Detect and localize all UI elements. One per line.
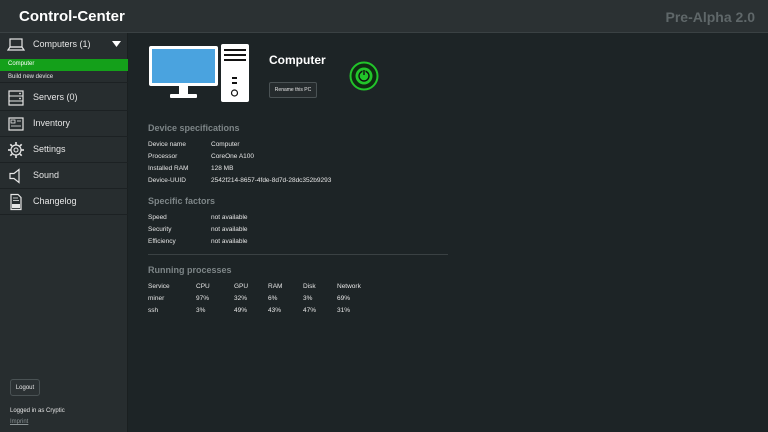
chevron-down-icon[interactable] — [112, 41, 121, 47]
process-cell-network: 69% — [337, 295, 351, 302]
sidebar-item-sound[interactable]: Sound — [0, 164, 128, 189]
spec-key: Device-UUID — [148, 177, 186, 184]
factor-key: Efficiency — [148, 238, 176, 245]
logged-in-status: Logged in as Cryptic — [10, 408, 65, 414]
rename-pc-button[interactable]: Rename this PC — [269, 82, 317, 98]
factor-key: Security — [148, 226, 172, 233]
spec-value: 128 MB — [211, 165, 234, 172]
factor-value: not available — [211, 226, 248, 233]
sidebar-item-label: Settings — [33, 144, 66, 154]
sidebar-item-inventory[interactable]: Inventory — [0, 112, 128, 137]
process-header-service: Service — [148, 283, 170, 290]
process-header-ram: RAM — [268, 283, 283, 290]
speaker-icon — [9, 168, 20, 184]
sidebar-subitem-label: Build new device — [8, 74, 54, 80]
spec-key: Processor — [148, 153, 178, 160]
sidebar: Computers (1) Computer Build new device … — [0, 33, 128, 432]
spec-value: Computer — [211, 141, 240, 148]
process-header-network: Network — [337, 283, 361, 290]
server-icon — [8, 90, 24, 106]
factor-value: not available — [211, 214, 248, 221]
inventory-icon — [8, 117, 24, 131]
spec-value: CoreOne A100 — [211, 153, 255, 160]
process-header-disk: Disk — [303, 283, 316, 290]
sidebar-item-label: Inventory — [33, 118, 71, 128]
process-cell-network: 31% — [337, 307, 351, 314]
specific-factors-heading: Specific factors — [148, 196, 216, 206]
title-bar: Control-Center Pre-Alpha 2.0 — [0, 0, 768, 33]
spec-key: Installed RAM — [148, 165, 189, 172]
factor-value: not available — [211, 238, 248, 245]
process-cell-service: miner — [148, 295, 165, 302]
sidebar-item-label: Servers (0) — [33, 92, 78, 102]
process-cell-cpu: 97% — [196, 295, 210, 302]
power-button-icon[interactable] — [349, 61, 379, 91]
sidebar-item-settings[interactable]: Settings — [0, 138, 128, 163]
process-cell-gpu: 49% — [234, 307, 248, 314]
process-header-cpu: CPU — [196, 283, 210, 290]
spec-key: Device name — [148, 141, 186, 148]
sidebar-item-label: Computers (1) — [33, 39, 91, 49]
laptop-icon — [7, 38, 25, 51]
process-cell-disk: 47% — [303, 307, 317, 314]
process-header-gpu: GPU — [234, 283, 249, 290]
sidebar-subitem-build-device[interactable]: Build new device — [0, 71, 128, 83]
process-cell-disk: 3% — [303, 295, 313, 302]
sidebar-item-computers[interactable]: Computers (1) — [0, 33, 128, 57]
sidebar-subitem-label: Computer — [8, 61, 35, 67]
main-panel: Computer Rename this PC Device specifica… — [129, 33, 768, 432]
version-label: Pre-Alpha 2.0 — [665, 9, 755, 25]
process-cell-ram: 6% — [268, 295, 278, 302]
gear-icon — [8, 142, 24, 158]
sidebar-item-label: Changelog — [33, 196, 77, 206]
app-title: Control-Center — [19, 8, 125, 25]
logout-button[interactable]: Logout — [10, 379, 40, 396]
log-file-icon — [10, 193, 22, 211]
computer-illustration-icon — [149, 44, 249, 102]
device-name-heading: Computer — [269, 53, 326, 67]
device-uuid-value: 2542f214-8657-4fde-8d7d-28dc352b9293 — [211, 177, 332, 184]
sidebar-item-label: Sound — [33, 170, 60, 180]
sidebar-subitem-computer[interactable]: Computer — [0, 59, 128, 71]
sidebar-item-changelog[interactable]: Changelog — [0, 190, 128, 215]
device-specs-heading: Device specifications — [148, 123, 240, 133]
running-processes-heading: Running processes — [148, 265, 232, 275]
process-cell-gpu: 32% — [234, 295, 248, 302]
process-cell-service: ssh — [148, 307, 159, 314]
process-cell-cpu: 3% — [196, 307, 206, 314]
process-cell-ram: 43% — [268, 307, 282, 314]
factor-key: Speed — [148, 214, 167, 221]
sidebar-item-servers[interactable]: Servers (0) — [0, 86, 128, 111]
section-divider — [148, 254, 448, 255]
imprint-link[interactable]: Imprint — [10, 419, 28, 425]
